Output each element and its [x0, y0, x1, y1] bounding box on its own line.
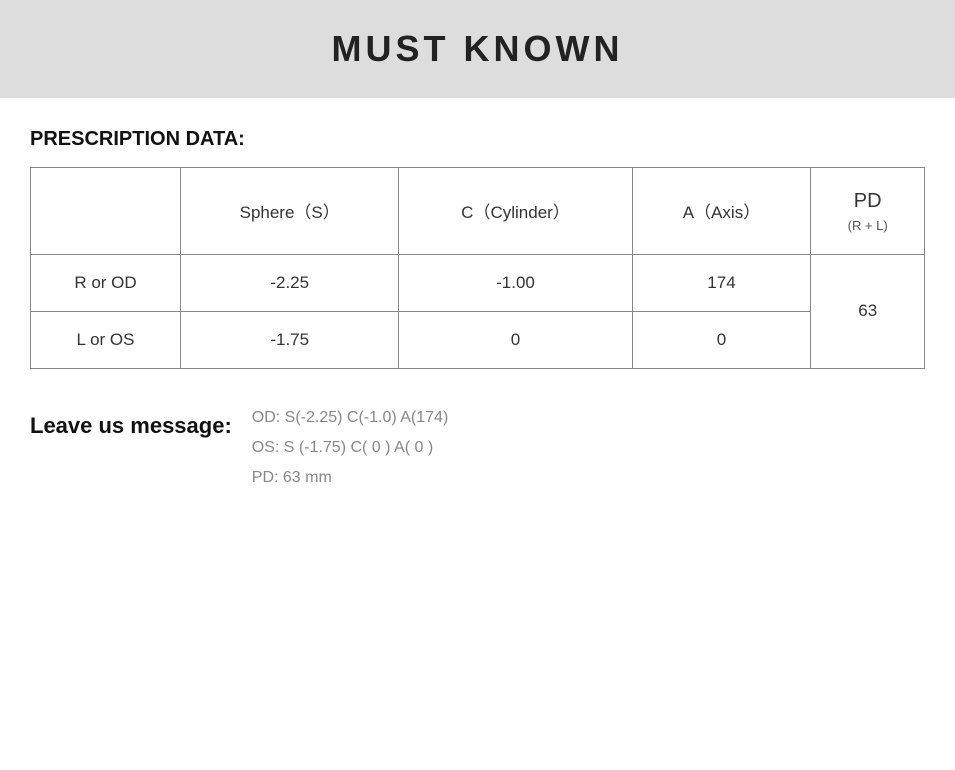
- section-label: PRESCRIPTION DATA:: [30, 128, 925, 151]
- cell-axis-od: 174: [632, 254, 811, 311]
- message-line-od: OD: S(-2.25) C(-1.0) A(174): [252, 409, 449, 427]
- cell-sphere-os: -1.75: [181, 311, 399, 368]
- cell-pd-combined: 63: [811, 254, 925, 368]
- table-row: R or OD -2.25 -1.00 174 63: [31, 254, 925, 311]
- cell-axis-os: 0: [632, 311, 811, 368]
- table-row: L or OS -1.75 0 0: [31, 311, 925, 368]
- leave-message-section: Leave us message: OD: S(-2.25) C(-1.0) A…: [30, 409, 925, 487]
- table-header-row: Sphere（S） C（Cylinder） A（Axis） PD (R + L): [31, 168, 925, 255]
- pd-sublabel: (R + L): [823, 216, 912, 236]
- message-details: OD: S(-2.25) C(-1.0) A(174) OS: S (-1.75…: [252, 409, 449, 487]
- col-empty: [31, 168, 181, 255]
- header-bar: MUST KNOWN: [0, 0, 955, 98]
- cell-cylinder-od: -1.00: [399, 254, 632, 311]
- message-line-os: OS: S (-1.75) C( 0 ) A( 0 ): [252, 439, 449, 457]
- col-cylinder: C（Cylinder）: [399, 168, 632, 255]
- cell-cylinder-os: 0: [399, 311, 632, 368]
- col-pd: PD (R + L): [811, 168, 925, 255]
- col-axis: A（Axis）: [632, 168, 811, 255]
- col-sphere: Sphere（S）: [181, 168, 399, 255]
- prescription-table: Sphere（S） C（Cylinder） A（Axis） PD (R + L)…: [30, 167, 925, 369]
- page-title: MUST KNOWN: [332, 28, 624, 69]
- cell-sphere-od: -2.25: [181, 254, 399, 311]
- message-line-pd: PD: 63 mm: [252, 469, 449, 487]
- row-label-od: R or OD: [31, 254, 181, 311]
- pd-label: PD: [823, 186, 912, 216]
- row-label-os: L or OS: [31, 311, 181, 368]
- leave-label: Leave us message:: [30, 413, 232, 439]
